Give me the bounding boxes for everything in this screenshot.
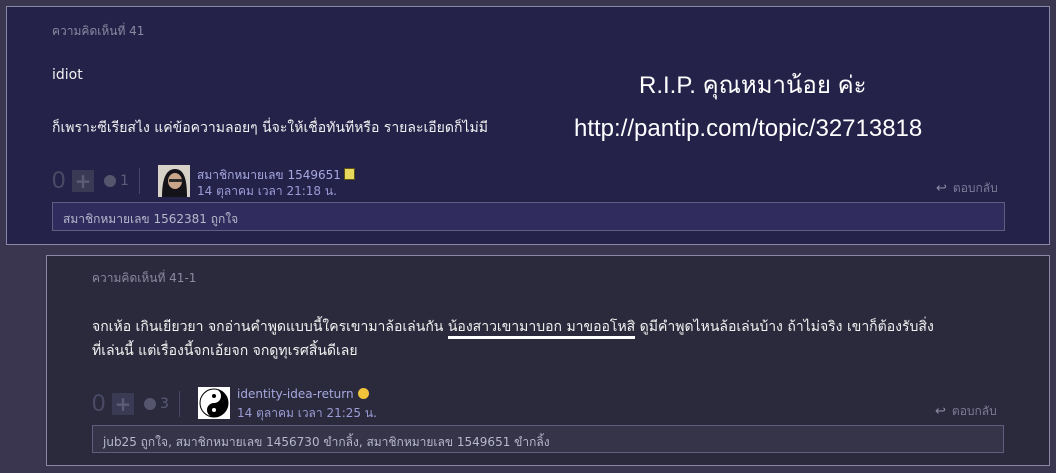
likes-list: สมาชิกหมายเลข 1562381 ถูกใจ [52, 202, 1005, 231]
reply-label: ตอบกลับ [952, 181, 998, 195]
emotion-count: 1 [120, 173, 129, 189]
emotion-button[interactable]: 3 [144, 396, 169, 412]
comment-text-line-2: ก็เพราะซีเรียสไง แค่ข้อความลอยๆ นี่จะให้… [52, 120, 488, 136]
emotion-face-icon [104, 175, 116, 187]
member-badge-icon [343, 168, 355, 180]
comment-number-label: ความคิดเห็นที่ 41 [52, 24, 145, 38]
reply-arrow-icon: ↩ [935, 404, 946, 419]
smiley-badge-icon [357, 388, 369, 399]
reply-button[interactable]: ↩ ตอบกลับ [936, 179, 998, 198]
comment-41: ความคิดเห็นที่ 41 idiot ก็เพราะซีเรียสไง… [6, 6, 1050, 245]
emotion-button[interactable]: 1 [104, 173, 129, 189]
reply-text-line-2: ที่เล่นนี้ แต่เรื่องนี้จกเอ้ยจก จกดูทุเร… [92, 343, 358, 359]
divider [138, 168, 140, 194]
vote-count: 0 [92, 390, 106, 417]
likes-list: jub25 ถูกใจ, สมาชิกหมายเลข 1456730 ขำกลิ… [92, 425, 1004, 453]
comment-text-line-1: idiot [52, 67, 83, 83]
emotion-count: 3 [160, 396, 169, 412]
post-date: 14 ตุลาคม เวลา 21:18 น. [197, 184, 337, 198]
avatar[interactable] [198, 387, 230, 419]
vote-group: 0 + 1 [52, 167, 140, 195]
comment-41-1: ความคิดเห็นที่ 41-1 จกเห้อ เกินเยียวยา จ… [46, 255, 1050, 466]
plus-vote-button[interactable]: + [112, 392, 134, 416]
comment-number-label: ความคิดเห็นที่ 41-1 [92, 271, 197, 285]
vote-count: 0 [52, 167, 66, 194]
vote-group: 0 + 3 [92, 390, 180, 418]
reply-label: ตอบกลับ [951, 404, 997, 418]
yin-yang-icon [198, 387, 230, 419]
avatar[interactable] [158, 165, 190, 197]
avatar-photo-icon [158, 165, 190, 197]
username: identity-idea-return [237, 387, 354, 401]
post-date: 14 ตุลาคม เวลา 21:25 น. [237, 406, 377, 420]
overlay-rip-title: R.I.P. คุณหมาน้อย ค่ะ [639, 72, 867, 99]
reply-arrow-icon: ↩ [936, 181, 947, 196]
overlay-url: http://pantip.com/topic/32713818 [574, 115, 923, 142]
plus-vote-button[interactable]: + [72, 169, 94, 193]
emotion-face-icon [144, 398, 156, 410]
reply-text-part-b: ดูมีคำพูดไหนล้อเล่นบ้าง ถ้าไม่จริง เขาก็… [635, 319, 934, 335]
divider [178, 391, 180, 417]
underlined-quote: น้องสาวเขามาบอก มาขออโหสิ [447, 319, 636, 339]
reply-text-part-a: จกเห้อ เกินเยียวยา จกอ่านคำพูดแบบนี้ใครเ… [92, 319, 448, 335]
reply-text-line-1: จกเห้อ เกินเยียวยา จกอ่านคำพูดแบบนี้ใครเ… [92, 316, 934, 339]
username: สมาชิกหมายเลข 1549651 [197, 168, 341, 182]
reply-button[interactable]: ↩ ตอบกลับ [935, 402, 997, 421]
username-link[interactable]: identity-idea-return [237, 387, 369, 401]
